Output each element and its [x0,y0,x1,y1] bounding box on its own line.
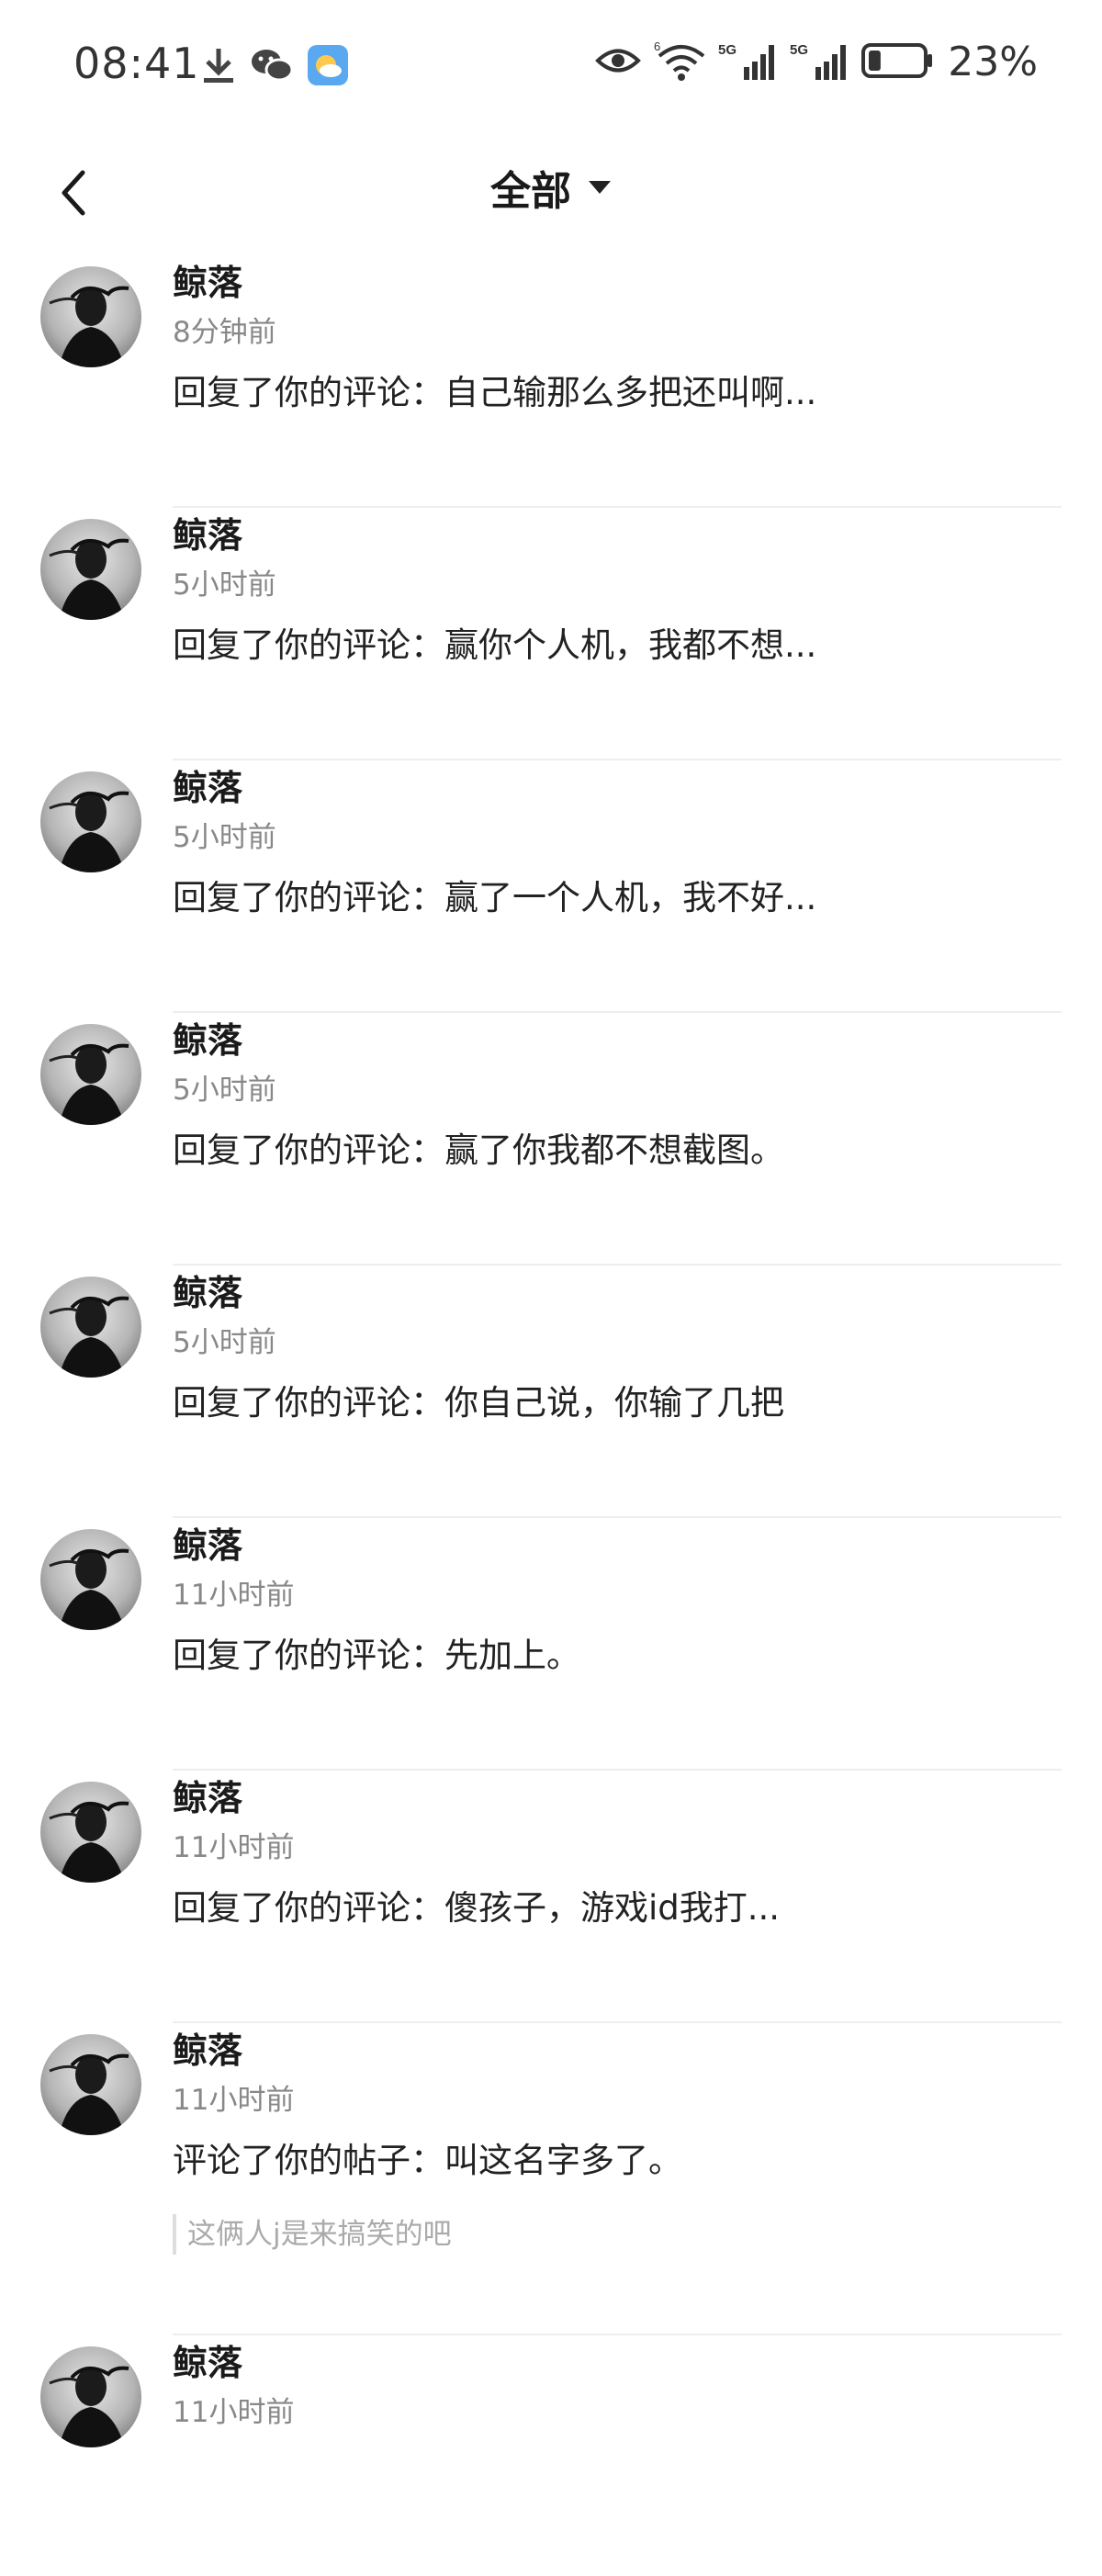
divider [173,506,1062,508]
notification-list: 鲸落 8分钟前 回复了你的评论：自己输那么多把还叫啊... 鲸落 5小时前 回复了你的评论… [0,257,1102,2576]
avatar[interactable] [40,1024,141,1125]
notification-message[interactable]: 评论了你的帖子：叫这名字多了。 [173,2124,1062,2198]
notification-message[interactable]: 回复了你的评论：自己输那么多把还叫啊... [173,356,1062,430]
notification-message[interactable]: 回复了你的评论：傻孩子，游戏id我打... [173,1872,1062,1945]
timestamp: 8分钟前 [173,316,276,349]
wechat-icon [250,45,294,89]
notification-item[interactable]: 鲸落 5小时前回复了你的评论：你自己说，你输了几把 [0,1267,1102,1520]
notification-message[interactable]: 回复了你的评论：赢了一个人机，我不好... [173,861,1062,935]
header: 全部 [0,138,1102,257]
status-time: 08:41 [73,39,200,88]
svg-text:5G: 5G [718,42,737,58]
avatar[interactable] [40,2034,141,2135]
timestamp: 11小时前 [173,1579,295,1612]
timestamp: 5小时前 [173,1326,276,1359]
timestamp: 11小时前 [173,1831,295,1864]
divider [173,1769,1062,1771]
notification-item[interactable]: 鲸落 5小时前回复了你的评论：赢你个人机，我都不想... [0,510,1102,762]
divider [173,759,1062,760]
download-icon [200,45,237,89]
notification-content: 鲸落 11小时前回复了你的评论：先加上。 [173,1520,1062,1693]
notification-item[interactable]: 鲸落 11小时前 [0,2337,1102,2576]
notification-content: 鲸落 5小时前回复了你的评论：你自己说，你输了几把 [173,1267,1062,1440]
signal-icon-2: 5G [790,39,849,85]
notification-message[interactable]: 回复了你的评论：赢你个人机，我都不想... [173,609,1062,682]
page-title: 全部 [490,168,571,215]
notification-content: 鲸落 5小时前回复了你的评论：赢了你我都不想截图。 [173,1015,1062,1187]
notification-content: 鲸落 8分钟前回复了你的评论：自己输那么多把还叫啊... [173,257,1062,430]
avatar[interactable] [40,1782,141,1883]
eye-icon [595,45,642,80]
notification-message[interactable]: 回复了你的评论：先加上。 [173,1619,1062,1693]
user-name[interactable]: 鲸落 [173,257,1062,309]
user-name[interactable]: 鲸落 [173,2337,1062,2389]
avatar[interactable] [40,519,141,620]
user-name[interactable]: 鲸落 [173,2025,1062,2076]
divider [173,2021,1062,2023]
notification-message[interactable]: 回复了你的评论：你自己说，你输了几把 [173,1367,1062,1440]
notification-item[interactable]: 鲸落 5小时前回复了你的评论：赢了一个人机，我不好... [0,762,1102,1015]
status-left-icons [200,44,349,90]
filter-dropdown[interactable]: 全部 [0,158,1102,217]
user-name[interactable]: 鲸落 [173,1520,1062,1571]
user-name[interactable]: 鲸落 [173,1772,1062,1824]
notification-content: 鲸落 5小时前回复了你的评论：赢你个人机，我都不想... [173,510,1062,682]
notification-item[interactable]: 鲸落 11小时前评论了你的帖子：叫这名字多了。这俩人j是来搞笑的吧 [0,2025,1102,2337]
notification-item[interactable]: 鲸落 11小时前回复了你的评论：先加上。 [0,1520,1102,1772]
user-name[interactable]: 鲸落 [173,1267,1062,1319]
avatar[interactable] [40,771,141,872]
notification-content: 鲸落 11小时前评论了你的帖子：叫这名字多了。这俩人j是来搞笑的吧 [173,2025,1062,2255]
avatar[interactable] [40,1277,141,1378]
avatar[interactable] [40,2346,141,2447]
divider [173,1516,1062,1518]
notification-content: 鲸落 11小时前回复了你的评论：傻孩子，游戏id我打... [173,1772,1062,1945]
status-right: 6 5G 5G 23% [595,39,1038,85]
notification-content: 鲸落 5小时前回复了你的评论：赢了一个人机，我不好... [173,762,1062,935]
caret-down-icon [589,181,611,194]
timestamp: 5小时前 [173,821,276,854]
notification-item[interactable]: 鲸落 11小时前回复了你的评论：傻孩子，游戏id我打... [0,1772,1102,2025]
divider [173,1011,1062,1013]
avatar[interactable] [40,1529,141,1630]
notification-message[interactable]: 回复了你的评论：赢了你我都不想截图。 [173,1114,1062,1187]
user-name[interactable]: 鲸落 [173,1015,1062,1066]
timestamp: 11小时前 [173,2396,295,2429]
notification-item[interactable]: 鲸落 5小时前回复了你的评论：赢了你我都不想截图。 [0,1015,1102,1267]
battery-icon [861,41,935,84]
quoted-comment: 这俩人j是来搞笑的吧 [173,2214,1062,2255]
timestamp: 5小时前 [173,568,276,602]
status-bar: 08:41 6 5G 5G 23% [0,0,1102,138]
divider [173,2334,1062,2335]
weather-icon [307,44,349,90]
svg-text:6: 6 [654,39,660,53]
timestamp: 11小时前 [173,2084,295,2117]
signal-icon-1: 5G [718,39,777,85]
notification-item[interactable]: 鲸落 8分钟前回复了你的评论：自己输那么多把还叫啊... [0,257,1102,510]
user-name[interactable]: 鲸落 [173,510,1062,561]
notification-content: 鲸落 11小时前 [173,2337,1062,2436]
divider [173,1264,1062,1266]
avatar[interactable] [40,266,141,367]
wifi-icon: 6 [654,39,705,85]
battery-percent: 23% [948,39,1038,85]
timestamp: 5小时前 [173,1074,276,1107]
user-name[interactable]: 鲸落 [173,762,1062,814]
svg-text:5G: 5G [790,42,808,58]
